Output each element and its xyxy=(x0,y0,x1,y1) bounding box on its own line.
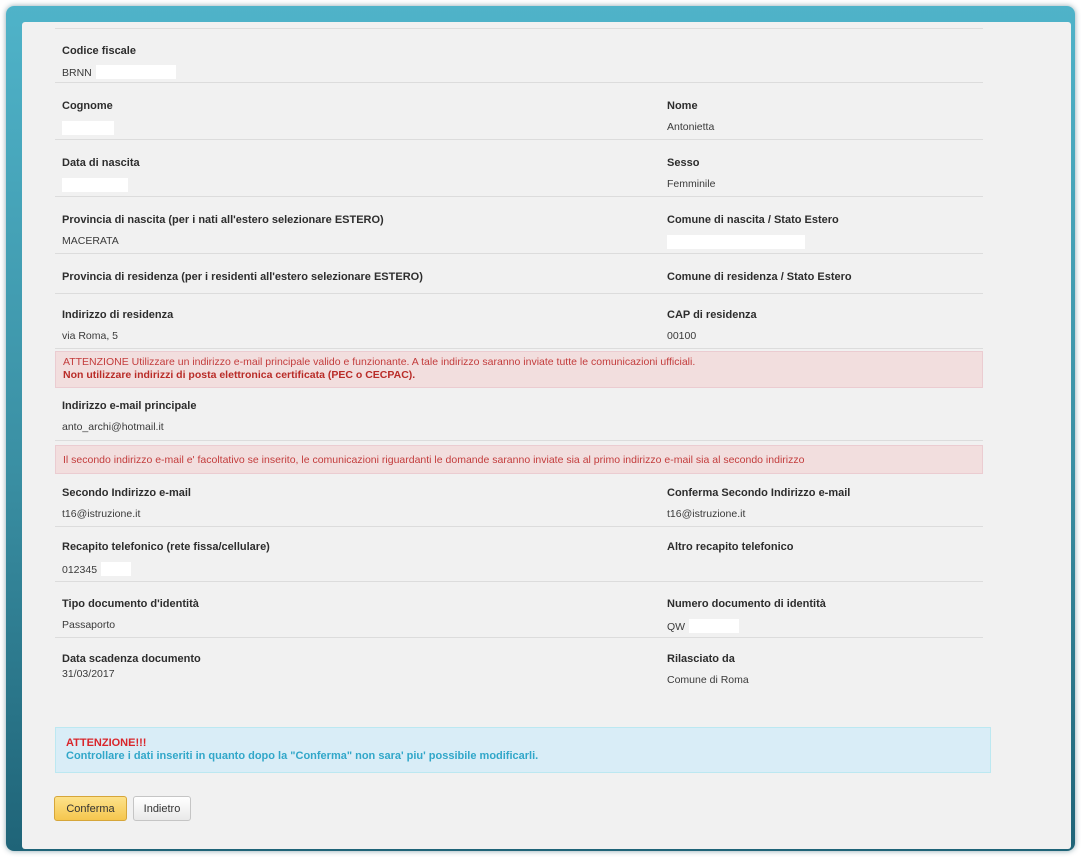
row-secondo-email: Secondo Indirizzo e-mail t16@istruzione.… xyxy=(55,474,983,527)
email-warning-alert: ATTENZIONE Utilizzare un indirizzo e-mai… xyxy=(55,351,983,388)
cognome-value xyxy=(62,121,667,136)
data-nascita-label: Data di nascita xyxy=(62,157,140,169)
secondo-email-label: Secondo Indirizzo e-mail xyxy=(62,487,191,499)
comune-nascita-value xyxy=(667,235,976,250)
redacted-area xyxy=(62,121,114,135)
email-warning-bold: Non utilizzare indirizzi di posta elettr… xyxy=(63,369,416,381)
nome-label: Nome xyxy=(667,100,698,112)
codice-fiscale-text: BRNN xyxy=(62,67,92,79)
secondo-email-value: t16@istruzione.it xyxy=(62,508,141,520)
nome-field: Nome Antonietta xyxy=(667,83,976,139)
codice-fiscale-field: Codice fiscale BRNN xyxy=(62,29,667,82)
row-email-principale: Indirizzo e-mail principale anto_archi@h… xyxy=(55,388,983,441)
tipo-documento-field: Tipo documento d'identità Passaporto xyxy=(62,582,667,637)
conferma-secondo-email-value: t16@istruzione.it xyxy=(667,508,746,520)
cognome-field: Cognome xyxy=(62,83,667,139)
second-email-note-text: Il secondo indirizzo e-mail e' facoltati… xyxy=(63,454,805,466)
comune-residenza-field: Comune di residenza / Stato Estero xyxy=(667,254,976,293)
sesso-label: Sesso xyxy=(667,157,700,169)
row-indirizzo-cap: Indirizzo di residenza via Roma, 5 CAP d… xyxy=(55,294,983,349)
second-email-note-alert: Il secondo indirizzo e-mail e' facoltati… xyxy=(55,445,983,474)
rilasciato-da-field: Rilasciato da Comune di Roma xyxy=(667,653,976,693)
cognome-label: Cognome xyxy=(62,100,113,112)
redacted-area xyxy=(95,65,176,79)
provincia-residenza-label: Provincia di residenza (per i residenti … xyxy=(62,271,423,283)
sesso-value: Femminile xyxy=(667,178,716,190)
conferma-secondo-email-label: Conferma Secondo Indirizzo e-mail xyxy=(667,487,851,499)
email-warning-title: ATTENZIONE xyxy=(63,356,129,368)
recapito-telefonico-value: 012345 xyxy=(62,562,667,577)
recapito-telefonico-label: Recapito telefonico (rete fissa/cellular… xyxy=(62,541,270,553)
numero-documento-value: QW xyxy=(667,619,976,634)
confirm-warning-title: ATTENZIONE!!! xyxy=(66,737,147,749)
data-scadenza-value: 31/03/2017 xyxy=(62,668,115,680)
codice-fiscale-value: BRNN xyxy=(62,65,667,80)
recapito-telefonico-text: 012345 xyxy=(62,564,98,576)
numero-documento-text: QW xyxy=(667,621,686,633)
row-recapiti: Recapito telefonico (rete fissa/cellular… xyxy=(55,527,983,582)
row-nascita-sesso: Data di nascita Sesso Femminile xyxy=(55,140,983,197)
row-documento: Tipo documento d'identità Passaporto Num… xyxy=(55,582,983,638)
recapito-telefonico-field: Recapito telefonico (rete fissa/cellular… xyxy=(62,527,667,581)
sesso-field: Sesso Femminile xyxy=(667,140,976,196)
provincia-residenza-field: Provincia di residenza (per i residenti … xyxy=(62,254,667,293)
cap-residenza-field: CAP di residenza 00100 xyxy=(667,294,976,348)
provincia-nascita-label: Provincia di nascita (per i nati all'est… xyxy=(62,214,384,226)
altro-recapito-field: Altro recapito telefonico xyxy=(667,527,976,581)
altro-recapito-label: Altro recapito telefonico xyxy=(667,541,794,553)
numero-documento-field: Numero documento di identità QW xyxy=(667,582,976,637)
comune-nascita-field: Comune di nascita / Stato Estero xyxy=(667,197,976,253)
confirm-warning-alert: ATTENZIONE!!! Controllare i dati inserit… xyxy=(55,727,991,773)
data-scadenza-label: Data scadenza documento xyxy=(62,653,201,665)
cap-residenza-label: CAP di residenza xyxy=(667,309,757,321)
numero-documento-label: Numero documento di identità xyxy=(667,598,826,610)
data-nascita-value xyxy=(62,178,667,193)
provincia-nascita-field: Provincia di nascita (per i nati all'est… xyxy=(62,197,667,253)
data-nascita-field: Data di nascita xyxy=(62,140,667,196)
rilasciato-da-value: Comune di Roma xyxy=(667,674,749,686)
comune-residenza-label: Comune di residenza / Stato Estero xyxy=(667,271,852,283)
personal-data-form: Codice fiscale BRNN Cognome Nome Antonie… xyxy=(55,28,983,693)
row-luogo-nascita: Provincia di nascita (per i nati all'est… xyxy=(55,197,983,254)
redacted-area xyxy=(101,562,132,576)
row-scadenza: Data scadenza documento 31/03/2017 Rilas… xyxy=(55,638,983,693)
row-codice-fiscale: Codice fiscale BRNN xyxy=(55,29,983,83)
data-scadenza-field: Data scadenza documento 31/03/2017 xyxy=(62,653,667,693)
row-cognome-nome: Cognome Nome Antonietta xyxy=(55,83,983,140)
row-residenza-luogo: Provincia di residenza (per i residenti … xyxy=(55,254,983,294)
confirm-button[interactable]: Conferma xyxy=(54,796,127,821)
provincia-nascita-value: MACERATA xyxy=(62,235,119,247)
back-button[interactable]: Indietro xyxy=(133,796,191,821)
email-principale-label: Indirizzo e-mail principale xyxy=(62,400,197,412)
conferma-secondo-email-field: Conferma Secondo Indirizzo e-mail t16@is… xyxy=(667,474,976,526)
cap-residenza-value: 00100 xyxy=(667,330,697,342)
email-warning-text: Utilizzare un indirizzo e-mail principal… xyxy=(128,356,696,368)
tipo-documento-value: Passaporto xyxy=(62,619,116,631)
email-principale-value: anto_archi@hotmail.it xyxy=(62,421,164,433)
confirm-warning-text: Controllare i dati inseriti in quanto do… xyxy=(66,750,539,762)
email-principale-field: Indirizzo e-mail principale anto_archi@h… xyxy=(62,388,667,440)
secondo-email-field: Secondo Indirizzo e-mail t16@istruzione.… xyxy=(62,474,667,526)
tipo-documento-label: Tipo documento d'identità xyxy=(62,598,199,610)
redacted-area xyxy=(689,619,740,633)
indirizzo-residenza-field: Indirizzo di residenza via Roma, 5 xyxy=(62,294,667,348)
indirizzo-residenza-value: via Roma, 5 xyxy=(62,330,119,342)
indirizzo-residenza-label: Indirizzo di residenza xyxy=(62,309,174,321)
redacted-area xyxy=(667,235,805,249)
redacted-area xyxy=(62,178,128,192)
comune-nascita-label: Comune di nascita / Stato Estero xyxy=(667,214,839,226)
nome-value: Antonietta xyxy=(667,121,715,133)
codice-fiscale-label: Codice fiscale xyxy=(62,45,136,57)
rilasciato-da-label: Rilasciato da xyxy=(667,653,735,665)
